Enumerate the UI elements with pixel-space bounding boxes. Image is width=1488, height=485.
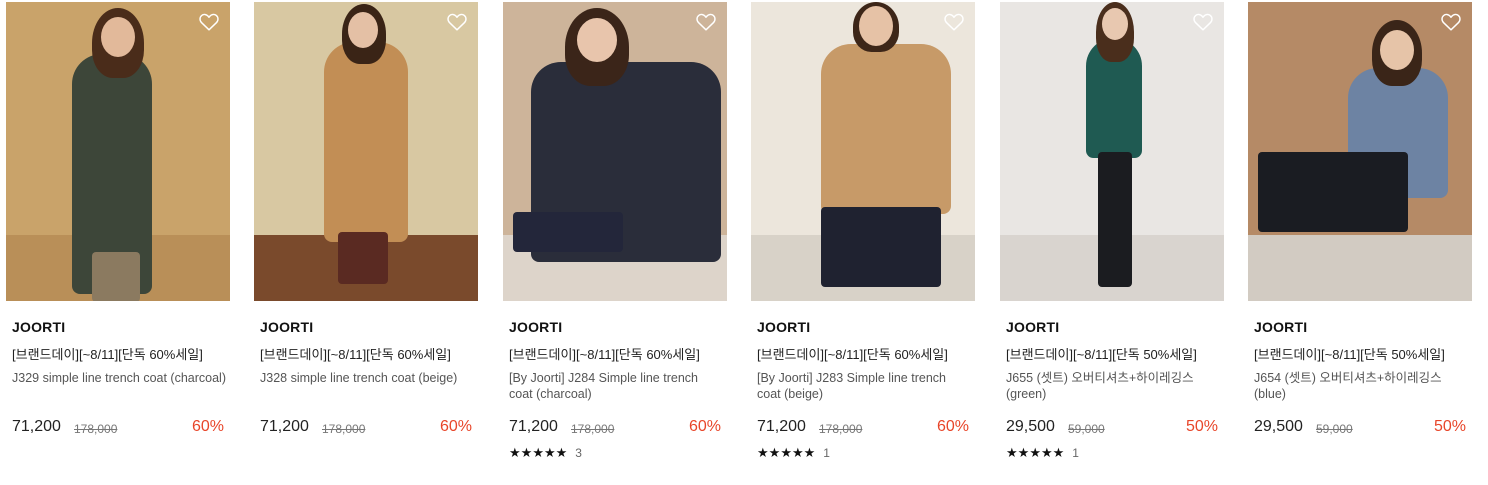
rating: ★★★★★ 1	[757, 446, 830, 461]
product-card[interactable]: JOORTI [브랜드데이][~8/11][단독 60%세일] [By Joor…	[503, 2, 727, 472]
brand-name[interactable]: JOORTI	[757, 319, 810, 335]
product-card[interactable]: JOORTI [브랜드데이][~8/11][단독 60%세일] [By Joor…	[751, 2, 975, 472]
wishlist-heart-icon[interactable]	[695, 11, 717, 33]
product-name[interactable]: [By Joorti] J284 Simple line trench coat…	[509, 370, 723, 402]
promo-label[interactable]: [브랜드데이][~8/11][단독 60%세일]	[757, 344, 948, 363]
star-icon: ★	[791, 445, 804, 460]
discount-rate: 60%	[688, 418, 721, 435]
brand-name[interactable]: JOORTI	[1254, 319, 1307, 335]
original-price: 178,000	[74, 422, 118, 436]
original-price: 178,000	[819, 422, 863, 436]
star-icon: ★	[803, 445, 816, 460]
star-icon: ★	[543, 445, 556, 460]
sale-price: 71,200	[509, 418, 558, 435]
star-icon: ★	[1006, 445, 1018, 460]
promo-label[interactable]: [브랜드데이][~8/11][단독 60%세일]	[12, 344, 203, 363]
product-card[interactable]: JOORTI [브랜드데이][~8/11][단독 50%세일] J655 (셋트…	[1000, 2, 1224, 472]
product-image[interactable]	[1000, 2, 1224, 301]
product-grid: JOORTI [브랜드데이][~8/11][단독 60%세일] J329 sim…	[0, 0, 1488, 485]
star-rating-icons: ★★★★★	[1006, 446, 1064, 460]
discount-rate: 60%	[439, 418, 472, 435]
wishlist-heart-icon[interactable]	[1192, 11, 1214, 33]
discount-rate: 50%	[1185, 418, 1218, 435]
brand-name[interactable]: JOORTI	[12, 319, 65, 335]
product-card[interactable]: JOORTI [브랜드데이][~8/11][단독 60%세일] J328 sim…	[254, 2, 478, 472]
promo-label[interactable]: [브랜드데이][~8/11][단독 60%세일]	[509, 344, 700, 363]
star-icon: ★	[757, 445, 769, 460]
star-rating-icons: ★★★★★	[509, 446, 567, 460]
review-count: 1	[1072, 446, 1079, 460]
star-icon: ★	[520, 445, 533, 460]
sale-price: 29,500	[1254, 418, 1303, 435]
star-icon: ★	[1040, 445, 1053, 460]
star-icon: ★	[768, 445, 781, 460]
rating: ★★★★★ 1	[1006, 446, 1079, 461]
product-name[interactable]: J654 (셋트) 오버티셔츠+하이레깅스 (blue)	[1254, 370, 1468, 402]
star-icon: ★	[555, 445, 568, 460]
sale-price: 71,200	[757, 418, 806, 435]
star-icon: ★	[1017, 445, 1030, 460]
star-icon: ★	[509, 445, 521, 460]
brand-name[interactable]: JOORTI	[1006, 319, 1059, 335]
brand-name[interactable]: JOORTI	[509, 319, 562, 335]
product-name[interactable]: J655 (셋트) 오버티셔츠+하이레깅스 (green)	[1006, 370, 1220, 402]
promo-label[interactable]: [브랜드데이][~8/11][단독 60%세일]	[260, 344, 451, 363]
star-icon: ★	[1052, 445, 1065, 460]
sale-price: 71,200	[260, 418, 309, 435]
promo-label[interactable]: [브랜드데이][~8/11][단독 50%세일]	[1254, 344, 1445, 363]
star-icon: ★	[780, 445, 792, 460]
star-rating-icons: ★★★★★	[757, 446, 815, 460]
product-image[interactable]	[751, 2, 975, 301]
review-count: 3	[575, 446, 582, 460]
product-image[interactable]	[6, 2, 230, 301]
star-icon: ★	[532, 445, 544, 460]
discount-rate: 60%	[936, 418, 969, 435]
promo-label[interactable]: [브랜드데이][~8/11][단독 50%세일]	[1006, 344, 1197, 363]
discount-rate: 60%	[191, 418, 224, 435]
product-card[interactable]: JOORTI [브랜드데이][~8/11][단독 60%세일] J329 sim…	[6, 2, 230, 472]
product-name[interactable]: [By Joorti] J283 Simple line trench coat…	[757, 370, 971, 402]
wishlist-heart-icon[interactable]	[198, 11, 220, 33]
sale-price: 71,200	[12, 418, 61, 435]
review-count: 1	[823, 446, 830, 460]
wishlist-heart-icon[interactable]	[446, 11, 468, 33]
wishlist-heart-icon[interactable]	[943, 11, 965, 33]
original-price: 59,000	[1068, 422, 1105, 436]
product-name[interactable]: J328 simple line trench coat (beige)	[260, 370, 474, 386]
original-price: 178,000	[322, 422, 366, 436]
product-image[interactable]	[503, 2, 727, 301]
product-image[interactable]	[254, 2, 478, 301]
sale-price: 29,500	[1006, 418, 1055, 435]
rating: ★★★★★ 3	[509, 446, 582, 461]
original-price: 178,000	[571, 422, 615, 436]
discount-rate: 50%	[1433, 418, 1466, 435]
original-price: 59,000	[1316, 422, 1353, 436]
product-card[interactable]: JOORTI [브랜드데이][~8/11][단독 50%세일] J654 (셋트…	[1248, 2, 1472, 472]
star-icon: ★	[1029, 445, 1041, 460]
product-name[interactable]: J329 simple line trench coat (charcoal)	[12, 370, 226, 386]
wishlist-heart-icon[interactable]	[1440, 11, 1462, 33]
brand-name[interactable]: JOORTI	[260, 319, 313, 335]
product-image[interactable]	[1248, 2, 1472, 301]
